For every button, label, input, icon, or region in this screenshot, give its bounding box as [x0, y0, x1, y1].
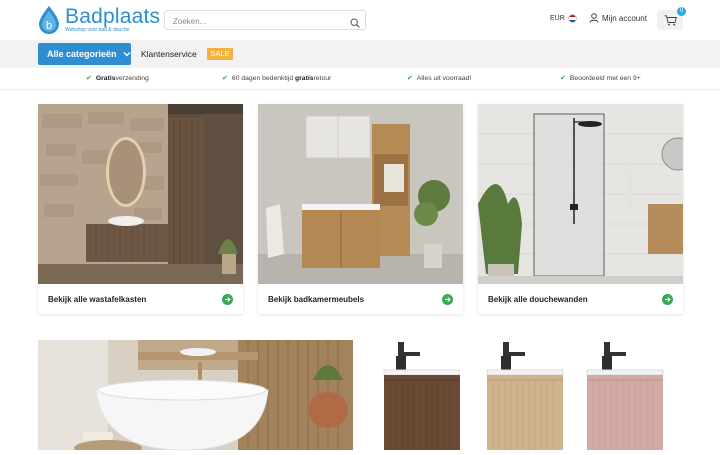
currency-label: EUR [550, 15, 565, 22]
category-link-label: Bekijk badkamermeubels [268, 294, 365, 304]
usp-bold: Gratis [95, 74, 116, 82]
netherlands-flag-icon [567, 14, 577, 23]
product-card[interactable] [586, 340, 666, 450]
nav-link-sale[interactable]: SALE [207, 48, 233, 60]
nav-link-customer-service[interactable]: Klantenservice [141, 49, 197, 59]
cart-icon [664, 14, 677, 25]
water-drop-logo-icon: b [37, 5, 61, 35]
cart-count-badge: 0 [677, 7, 686, 16]
arrow-right-icon[interactable] [442, 293, 453, 305]
search-icon[interactable] [350, 15, 360, 28]
svg-text:b: b [46, 20, 52, 32]
product-card[interactable] [485, 340, 565, 450]
check-icon: ✔ [407, 75, 413, 82]
search-box [164, 10, 366, 31]
usp-text: Alles uit voorraad! [416, 74, 472, 82]
usp-item-in-stock: ✔ Alles uit voorraad! [407, 74, 472, 83]
site-header: b Badplaats Webshop voor bad & douche EU… [0, 0, 720, 40]
category-image-wastafelkasten [38, 104, 243, 284]
all-categories-button[interactable]: Alle categorieën [38, 43, 131, 65]
account-link[interactable]: Mijn account [589, 13, 647, 23]
category-card-douchewanden[interactable]: Bekijk alle douchewanden [478, 104, 683, 314]
usp-bar: ✔ Gratis verzending ✔ 60 dagen bedenktij… [0, 68, 720, 90]
usp-item-rating: ✔ Beoordeeld met een 9+ [560, 74, 641, 83]
category-card-wastafelkasten[interactable]: Bekijk alle wastafelkasten [38, 104, 243, 314]
all-categories-label: Alle categorieën [47, 49, 117, 59]
main-navigation: Alle categorieën Klantenservice SALE [0, 40, 720, 68]
category-card-badkamermeubels[interactable]: Bekijk badkamermeubels [258, 104, 463, 314]
category-image-badkamermeubels [258, 104, 463, 284]
search-input[interactable] [165, 12, 340, 31]
account-label: Mijn account [602, 13, 647, 23]
logo-name: Badplaats [65, 5, 161, 28]
usp-item-return: ✔ 60 dagen bedenktijd gratis retour [222, 74, 332, 83]
product-card[interactable] [380, 340, 461, 450]
category-link-label: Bekijk alle douchewanden [488, 294, 588, 304]
usp-text: verzending [115, 74, 149, 82]
arrow-right-icon[interactable] [222, 293, 233, 305]
usp-item-free-shipping: ✔ Gratis verzending [86, 74, 149, 83]
check-icon: ✔ [560, 75, 566, 82]
cart-button[interactable]: 0 [657, 7, 686, 30]
usp-text: retour [313, 74, 332, 82]
category-link-label: Bekijk alle wastafelkasten [48, 294, 147, 304]
usp-text: 60 dagen bedenktijd [231, 74, 294, 82]
check-icon: ✔ [222, 75, 228, 82]
currency-selector[interactable]: EUR [550, 14, 577, 23]
usp-text: Beoordeeld met een 9+ [569, 74, 641, 82]
category-image-douchewanden [478, 104, 683, 284]
logo[interactable]: b Badplaats Webshop voor bad & douche [37, 5, 160, 35]
check-icon: ✔ [86, 75, 92, 82]
arrow-right-icon[interactable] [662, 293, 673, 305]
usp-bold: gratis [295, 74, 314, 82]
featured-products [380, 340, 680, 450]
user-icon [589, 13, 599, 23]
bathtub-promo-image[interactable] [38, 340, 353, 450]
chevron-down-icon [123, 52, 131, 57]
